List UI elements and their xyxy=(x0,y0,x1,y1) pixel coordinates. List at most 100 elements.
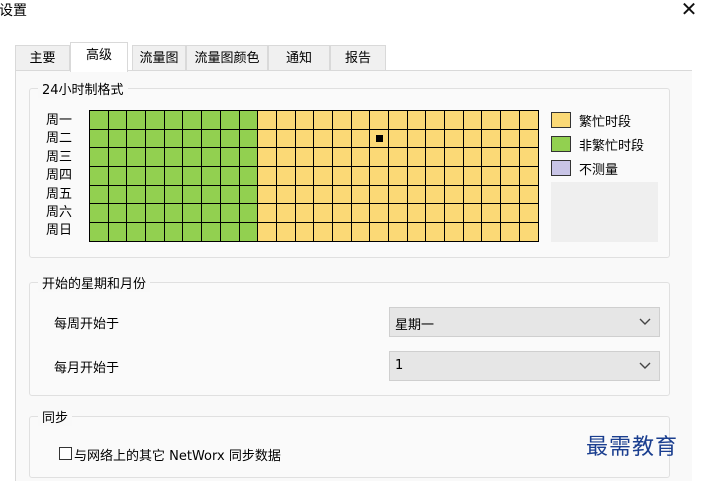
schedule-cell[interactable] xyxy=(220,223,240,242)
schedule-cell[interactable] xyxy=(164,185,184,205)
schedule-cell[interactable] xyxy=(332,185,352,205)
schedule-cell[interactable] xyxy=(276,204,296,224)
tab-advanced[interactable]: 高级 xyxy=(70,42,128,72)
schedule-cell[interactable] xyxy=(146,223,165,242)
schedule-cell[interactable] xyxy=(202,204,221,224)
schedule-cell[interactable] xyxy=(445,148,464,168)
schedule-cell[interactable] xyxy=(407,185,427,205)
schedule-cell[interactable] xyxy=(146,111,165,130)
schedule-cell[interactable] xyxy=(183,204,203,224)
schedule-cell[interactable] xyxy=(463,204,483,224)
schedule-cell[interactable] xyxy=(108,148,128,168)
schedule-cell[interactable] xyxy=(258,129,277,149)
schedule-cell[interactable] xyxy=(183,223,203,242)
schedule-cell[interactable] xyxy=(389,223,408,242)
schedule-cell[interactable] xyxy=(164,129,184,149)
schedule-cell[interactable] xyxy=(220,111,240,130)
schedule-cell[interactable] xyxy=(501,223,520,242)
schedule-cell[interactable] xyxy=(90,129,109,149)
schedule-cell[interactable] xyxy=(202,185,221,205)
schedule-cell[interactable] xyxy=(332,204,352,224)
schedule-cell[interactable] xyxy=(258,204,277,224)
schedule-cell[interactable] xyxy=(127,148,147,168)
schedule-cell[interactable] xyxy=(108,167,128,186)
schedule-cell[interactable] xyxy=(314,223,333,242)
schedule-cell[interactable] xyxy=(183,185,203,205)
schedule-cell[interactable] xyxy=(127,223,147,242)
schedule-cell[interactable] xyxy=(426,111,446,130)
schedule-cell[interactable] xyxy=(519,204,539,224)
schedule-cell[interactable] xyxy=(445,129,464,149)
schedule-cell[interactable] xyxy=(258,148,277,168)
schedule-cell[interactable] xyxy=(108,204,128,224)
week-start-select[interactable]: 星期一 xyxy=(389,307,660,337)
schedule-cell[interactable] xyxy=(482,204,502,224)
sync-checkbox[interactable] xyxy=(59,447,72,460)
schedule-cell[interactable] xyxy=(463,111,483,130)
tab-reports[interactable]: 报告 xyxy=(330,45,386,71)
schedule-cell[interactable] xyxy=(146,204,165,224)
schedule-cell[interactable] xyxy=(258,223,277,242)
schedule-cell[interactable] xyxy=(501,185,520,205)
schedule-cell[interactable] xyxy=(220,129,240,149)
schedule-cell[interactable] xyxy=(314,204,333,224)
schedule-cell[interactable] xyxy=(389,148,408,168)
schedule-cell[interactable] xyxy=(220,167,240,186)
schedule-cell[interactable] xyxy=(220,185,240,205)
schedule-cell[interactable] xyxy=(519,129,539,149)
schedule-cell[interactable] xyxy=(295,129,315,149)
schedule-cell[interactable] xyxy=(108,223,128,242)
schedule-cell[interactable] xyxy=(164,167,184,186)
schedule-cell[interactable] xyxy=(127,204,147,224)
schedule-cell[interactable] xyxy=(389,204,408,224)
schedule-cell[interactable] xyxy=(239,111,259,130)
schedule-cell[interactable] xyxy=(276,185,296,205)
schedule-cell[interactable] xyxy=(276,148,296,168)
month-start-select[interactable]: 1 xyxy=(389,351,660,381)
schedule-cell[interactable] xyxy=(146,185,165,205)
schedule-cell[interactable] xyxy=(370,204,389,224)
schedule-cell[interactable] xyxy=(482,223,502,242)
schedule-cell[interactable] xyxy=(389,111,408,130)
schedule-cell[interactable] xyxy=(258,185,277,205)
schedule-cell[interactable] xyxy=(501,148,520,168)
schedule-cell[interactable] xyxy=(314,129,333,149)
schedule-cell[interactable] xyxy=(351,185,371,205)
schedule-cell[interactable] xyxy=(482,111,502,130)
schedule-cell[interactable] xyxy=(90,185,109,205)
schedule-cell[interactable] xyxy=(314,167,333,186)
schedule-cell[interactable] xyxy=(445,223,464,242)
schedule-cell[interactable] xyxy=(164,204,184,224)
schedule-cell[interactable] xyxy=(258,167,277,186)
schedule-cell[interactable] xyxy=(220,204,240,224)
schedule-cell[interactable] xyxy=(332,111,352,130)
schedule-cell[interactable] xyxy=(295,185,315,205)
schedule-cell[interactable] xyxy=(370,223,389,242)
tab-traffic-graph[interactable]: 流量图 xyxy=(132,45,186,71)
tab-main[interactable]: 主要 xyxy=(15,45,70,71)
schedule-cell[interactable] xyxy=(426,167,446,186)
schedule-cell[interactable] xyxy=(463,167,483,186)
schedule-cell[interactable] xyxy=(482,167,502,186)
schedule-cell[interactable] xyxy=(351,129,371,149)
schedule-cell[interactable] xyxy=(426,148,446,168)
schedule-cell[interactable] xyxy=(164,111,184,130)
schedule-cell[interactable] xyxy=(501,204,520,224)
schedule-cell[interactable] xyxy=(389,129,408,149)
schedule-cell[interactable] xyxy=(463,223,483,242)
schedule-cell[interactable] xyxy=(108,185,128,205)
sync-checkbox-label[interactable]: 与网络上的其它 NetWorx 同步数据 xyxy=(74,445,281,464)
schedule-cell[interactable] xyxy=(146,129,165,149)
schedule-cell[interactable] xyxy=(482,129,502,149)
schedule-cell[interactable] xyxy=(463,148,483,168)
schedule-cell[interactable] xyxy=(426,223,446,242)
schedule-cell[interactable] xyxy=(183,148,203,168)
schedule-cell[interactable] xyxy=(295,111,315,130)
schedule-cell[interactable] xyxy=(239,223,259,242)
schedule-cell[interactable] xyxy=(276,167,296,186)
schedule-cell[interactable] xyxy=(389,185,408,205)
schedule-cell[interactable] xyxy=(295,204,315,224)
schedule-cell[interactable] xyxy=(90,148,109,168)
schedule-cell[interactable] xyxy=(332,148,352,168)
schedule-cell[interactable] xyxy=(463,129,483,149)
